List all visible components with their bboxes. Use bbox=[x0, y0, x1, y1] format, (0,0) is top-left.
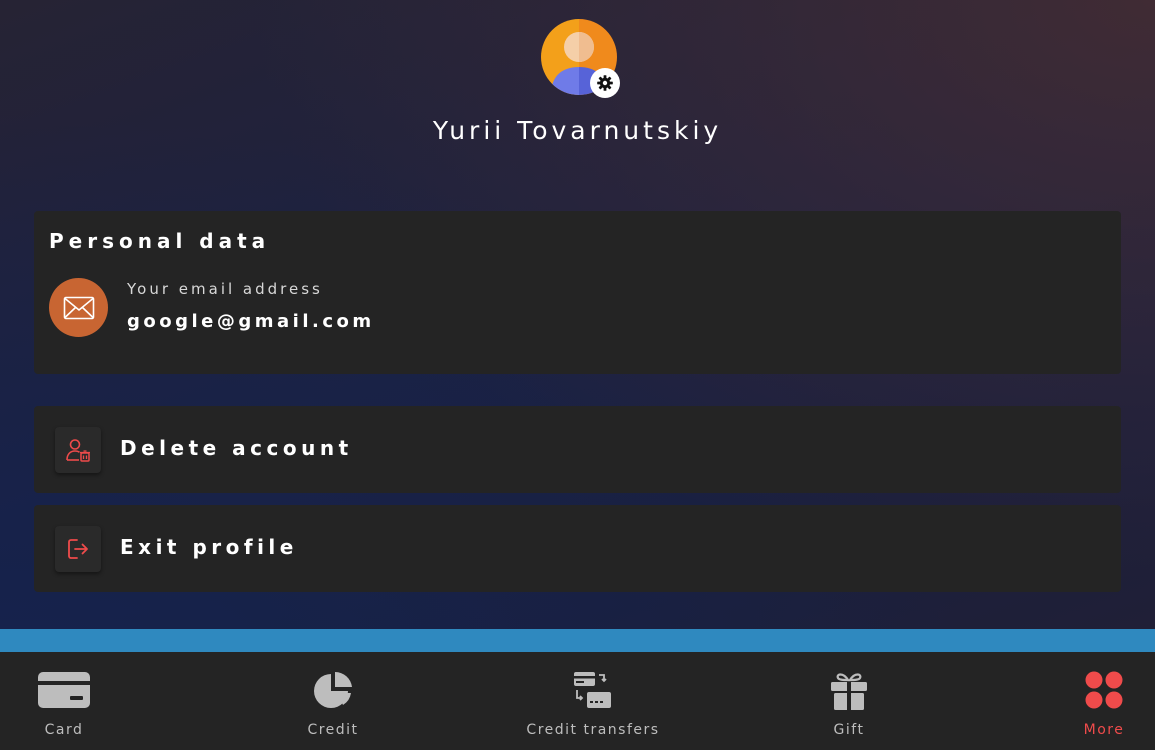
nav-label-card: Card bbox=[44, 722, 84, 738]
delete-account-button[interactable]: Delete account bbox=[34, 406, 1121, 493]
nav-item-more[interactable]: More bbox=[1064, 652, 1144, 750]
personal-data-card: Personal data Your email address google@… bbox=[34, 211, 1121, 374]
pie-chart-icon bbox=[314, 671, 352, 708]
profile-avatar[interactable] bbox=[541, 19, 620, 98]
nav-label-credit-transfers: Credit transfers bbox=[526, 722, 660, 738]
email-label: Your email address bbox=[127, 280, 323, 298]
gear-icon[interactable] bbox=[590, 68, 620, 98]
nav-item-card[interactable]: Card bbox=[14, 652, 114, 750]
envelope-icon bbox=[49, 278, 108, 337]
info-strip bbox=[0, 629, 1155, 652]
user-name: Yurii Tovarnutskiy bbox=[432, 116, 723, 145]
credit-card-icon bbox=[38, 672, 90, 708]
user-delete-icon bbox=[55, 427, 101, 473]
more-dots-icon bbox=[1085, 671, 1123, 709]
exit-profile-button[interactable]: Exit profile bbox=[34, 505, 1121, 592]
section-title: Personal data bbox=[49, 229, 271, 253]
bottom-navigation: Card Credit Credit transfers Gift More bbox=[0, 652, 1155, 750]
transfer-icon bbox=[574, 672, 611, 708]
nav-item-credit[interactable]: Credit bbox=[283, 652, 383, 750]
email-value: google@gmail.com bbox=[127, 311, 375, 332]
nav-item-credit-transfers[interactable]: Credit transfers bbox=[518, 652, 668, 750]
nav-label-more: More bbox=[1083, 722, 1125, 738]
gift-icon bbox=[831, 673, 867, 710]
nav-label-credit: Credit bbox=[307, 722, 359, 738]
delete-account-label: Delete account bbox=[120, 436, 353, 460]
exit-profile-label: Exit profile bbox=[120, 535, 298, 559]
logout-icon bbox=[55, 526, 101, 572]
nav-item-gift[interactable]: Gift bbox=[799, 652, 899, 750]
nav-label-gift: Gift bbox=[833, 722, 865, 738]
